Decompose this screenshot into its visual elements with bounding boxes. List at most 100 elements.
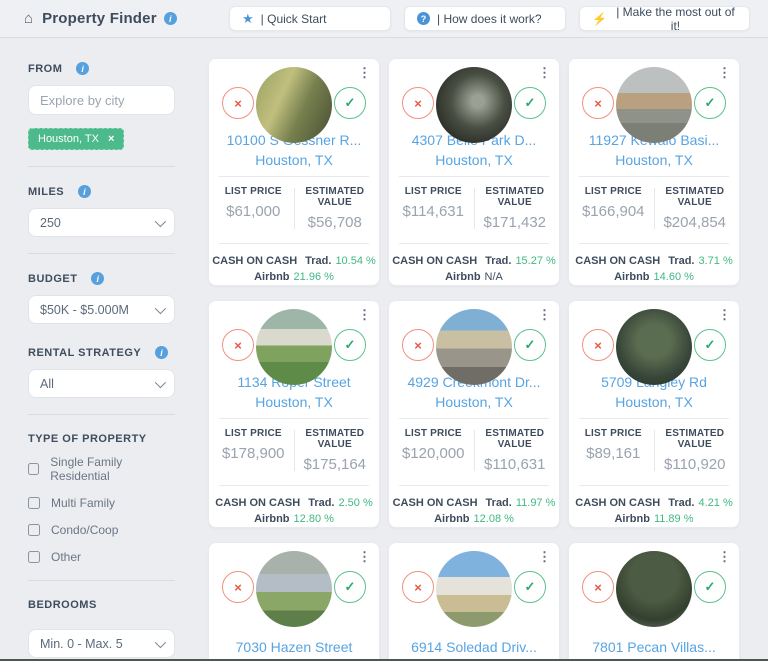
info-icon[interactable]: i (78, 185, 91, 198)
checkbox[interactable] (28, 524, 40, 536)
question-icon: ? (417, 12, 430, 25)
from-label-text: FROM (28, 63, 62, 75)
close-icon: × (234, 96, 242, 111)
kebab-menu-icon[interactable]: ⋮ (358, 307, 371, 323)
checkbox-condo-coop[interactable]: Condo/Coop (28, 523, 175, 537)
property-photo[interactable] (616, 551, 692, 627)
reject-button[interactable]: × (402, 329, 434, 361)
filters-sidebar: FROM i Houston, TX × MILES i 250 (0, 38, 205, 661)
page-title: Property Finder (42, 10, 157, 27)
property-city-link[interactable]: Houston, TX (389, 392, 559, 412)
accept-button[interactable]: ✓ (514, 329, 546, 361)
property-photo[interactable] (436, 309, 512, 385)
info-icon[interactable]: i (155, 346, 168, 359)
estimated-value-value: $56,708 (295, 214, 376, 231)
property-card: ⋮ × ✓ 6914 Soledad Driv... Houston, TX (388, 542, 560, 661)
checkbox[interactable] (28, 463, 39, 475)
accept-button[interactable]: ✓ (334, 329, 366, 361)
reject-button[interactable]: × (582, 329, 614, 361)
property-photo[interactable] (256, 551, 332, 627)
home-icon[interactable]: ⌂ (24, 10, 33, 27)
property-city-link[interactable]: Houston, TX (569, 392, 739, 412)
accept-button[interactable]: ✓ (514, 571, 546, 603)
kebab-menu-icon[interactable]: ⋮ (358, 549, 371, 565)
accept-button[interactable]: ✓ (514, 87, 546, 119)
bedrooms-select[interactable]: Min. 0 - Max. 5 (28, 629, 175, 658)
budget-select[interactable]: $50K - $5.000M (28, 295, 175, 324)
trad-value: 2.50 % (339, 497, 373, 509)
reject-button[interactable]: × (222, 87, 254, 119)
info-icon[interactable]: i (76, 62, 89, 75)
estimated-value-label: ESTIMATED VALUE (655, 428, 736, 450)
property-address-link[interactable]: 6914 Soledad Driv... (389, 637, 559, 657)
checkbox[interactable] (28, 551, 40, 563)
property-photo[interactable] (436, 67, 512, 143)
city-tag[interactable]: Houston, TX × (28, 128, 124, 150)
close-icon[interactable]: × (108, 134, 114, 145)
how-it-works-button[interactable]: ? | How does it work? (404, 6, 566, 31)
airbnb-label: Airbnb (254, 271, 289, 283)
quick-start-button[interactable]: ★ | Quick Start (229, 6, 391, 31)
check-icon: ✓ (705, 337, 716, 353)
reject-button[interactable]: × (582, 571, 614, 603)
reject-button[interactable]: × (222, 571, 254, 603)
property-city-link[interactable]: Houston, TX (209, 392, 379, 412)
kebab-menu-icon[interactable]: ⋮ (358, 65, 371, 81)
property-photo[interactable] (256, 67, 332, 143)
chevron-down-icon (155, 376, 166, 387)
check-icon: ✓ (705, 95, 716, 111)
accept-button[interactable]: ✓ (694, 87, 726, 119)
estimated-value-label: ESTIMATED VALUE (295, 186, 376, 208)
miles-select[interactable]: 250 (28, 208, 175, 237)
kebab-menu-icon[interactable]: ⋮ (718, 549, 731, 565)
info-icon[interactable]: i (91, 272, 104, 285)
kebab-menu-icon[interactable]: ⋮ (538, 307, 551, 323)
rental-strategy-label-text: RENTAL STRATEGY (28, 347, 141, 359)
list-price-value: $178,900 (213, 445, 294, 462)
make-the-most-button[interactable]: ⚡ | Make the most out of it! (579, 6, 750, 31)
city-search-input[interactable] (28, 85, 175, 115)
trad-label: Trad. (485, 255, 511, 267)
chevron-down-icon (155, 215, 166, 226)
rental-strategy-select[interactable]: All (28, 369, 175, 398)
property-address-link[interactable]: 7801 Pecan Villas... (569, 637, 739, 657)
airbnb-value: 21.96 % (294, 271, 334, 283)
checkbox-label: Other (51, 550, 81, 564)
property-type-label: TYPE OF PROPERTY (28, 433, 175, 445)
property-city-link[interactable]: Houston, TX (209, 150, 379, 170)
property-grid: ⋮ × ✓ 10100 S Gessner R... Houston, TX L… (208, 58, 740, 661)
checkbox[interactable] (28, 497, 40, 509)
property-photo[interactable] (616, 309, 692, 385)
property-photo[interactable] (256, 309, 332, 385)
close-icon: × (234, 580, 242, 595)
info-icon[interactable]: i (164, 12, 177, 25)
checkbox-other[interactable]: Other (28, 550, 175, 564)
bedrooms-label-text: BEDROOMS (28, 599, 97, 611)
property-city-link[interactable]: Houston, TX (389, 150, 559, 170)
reject-button[interactable]: × (402, 571, 434, 603)
property-photo[interactable] (436, 551, 512, 627)
reject-button[interactable]: × (402, 87, 434, 119)
property-photo[interactable] (616, 67, 692, 143)
list-price-label: LIST PRICE (213, 186, 294, 197)
close-icon: × (234, 338, 242, 353)
property-address-link[interactable]: 7030 Hazen Street (209, 637, 379, 657)
checkbox-multi-family[interactable]: Multi Family (28, 496, 175, 510)
reject-button[interactable]: × (582, 87, 614, 119)
kebab-menu-icon[interactable]: ⋮ (718, 307, 731, 323)
kebab-menu-icon[interactable]: ⋮ (538, 549, 551, 565)
property-city-link[interactable]: Houston, TX (569, 150, 739, 170)
accept-button[interactable]: ✓ (334, 87, 366, 119)
kebab-menu-icon[interactable]: ⋮ (718, 65, 731, 81)
property-card: ⋮ × ✓ 11927 Kewalo Basi... Houston, TX L… (568, 58, 740, 286)
checkbox-single-family[interactable]: Single Family Residential (28, 455, 175, 483)
reject-button[interactable]: × (222, 329, 254, 361)
property-card: ⋮ × ✓ 4307 Belle Park D... Houston, TX L… (388, 58, 560, 286)
kebab-menu-icon[interactable]: ⋮ (538, 65, 551, 81)
estimated-value-value: $171,432 (475, 214, 556, 231)
accept-button[interactable]: ✓ (334, 571, 366, 603)
trad-value: 15.27 % (515, 255, 555, 267)
accept-button[interactable]: ✓ (694, 329, 726, 361)
check-icon: ✓ (345, 337, 356, 353)
accept-button[interactable]: ✓ (694, 571, 726, 603)
